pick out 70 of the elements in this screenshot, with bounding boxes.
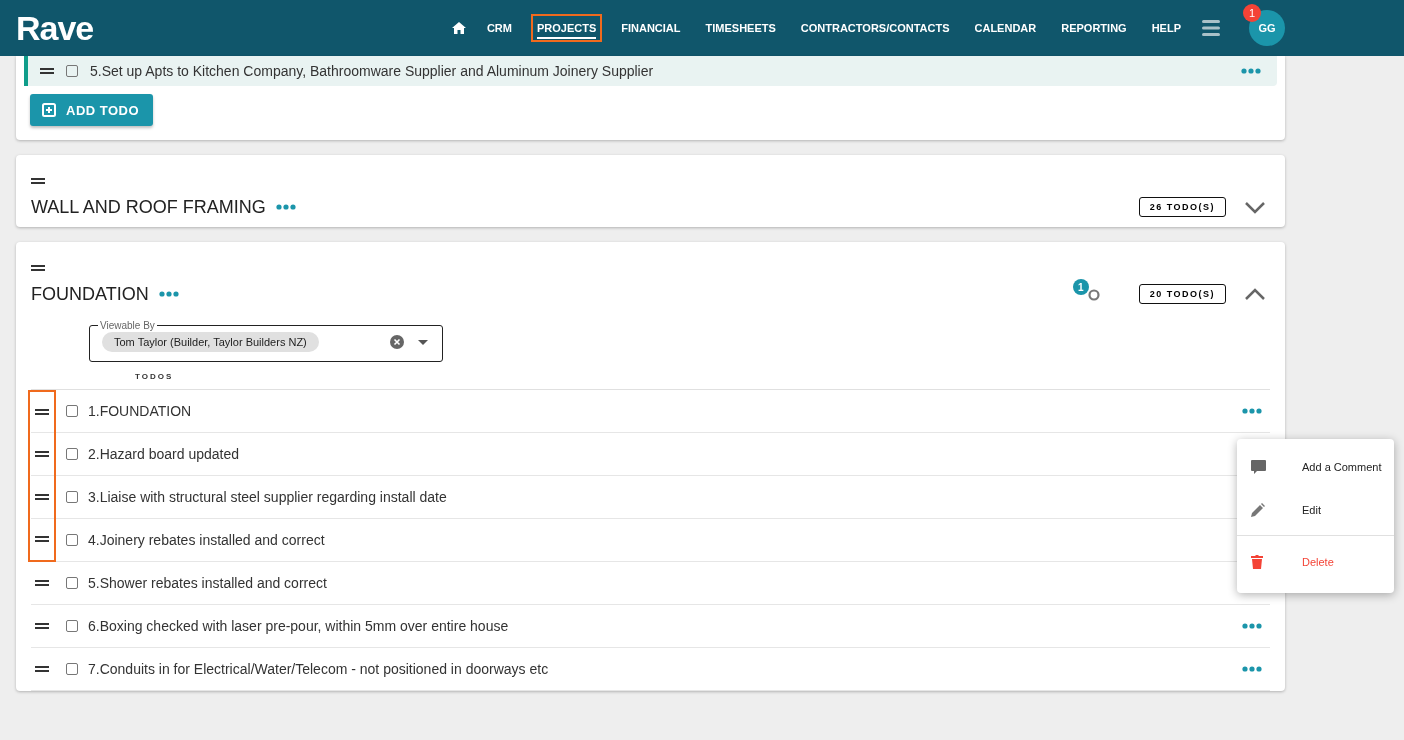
drag-handle-icon[interactable] [35, 536, 49, 542]
more-options-icon[interactable] [1242, 666, 1262, 672]
todo-text: 2.Hazard board updated [88, 446, 239, 462]
nav-link[interactable]: TIMESHEETS [701, 16, 780, 40]
home-icon[interactable] [451, 22, 466, 34]
dropdown-caret-icon[interactable] [418, 339, 428, 345]
chevron-down-icon[interactable] [1244, 200, 1266, 214]
drag-handle-icon[interactable] [35, 494, 49, 500]
drag-handle-icon[interactable] [35, 580, 49, 586]
more-options-icon[interactable] [1241, 68, 1261, 74]
todo-text: 1.FOUNDATION [88, 403, 192, 419]
todo-text: 7.Conduits in for Electrical/Water/Telecom - not positioned in doorways etc [88, 661, 549, 677]
todo-text: 6.Boxing checked with laser pre-pour, within 5mm over entire house [88, 618, 509, 634]
todo-count-badge: 26 TODO(S) [1138, 197, 1226, 217]
checkbox[interactable] [66, 577, 78, 589]
todo-text: 5.Shower rebates installed and correct [88, 575, 327, 591]
menu-item[interactable]: Add a Comment [1237, 445, 1394, 488]
todo-text: 3.Liaise with structural steel supplier regarding install date [88, 489, 447, 505]
checkbox[interactable] [66, 663, 78, 675]
checkbox[interactable] [66, 405, 78, 417]
plus-square-icon [42, 103, 56, 117]
comment-icon [1251, 459, 1266, 474]
todo-row[interactable]: 5.Set up Apts to Kitchen Company, Bathroomware Supplier and Aluminum Joinery Supplier [24, 56, 1277, 86]
drag-handle-icon[interactable] [35, 666, 49, 672]
clear-icon[interactable] [390, 335, 404, 349]
todo-text: 4.Joinery rebates installed and correct [88, 532, 325, 548]
checkbox[interactable] [66, 620, 78, 632]
notification-badge: 1 [1243, 4, 1261, 22]
nav-link[interactable]: FINANCIAL [617, 16, 685, 40]
drag-handle-icon[interactable] [35, 623, 49, 629]
drag-handle-icon[interactable] [35, 451, 49, 457]
add-todo-button[interactable]: ADD TODO [30, 94, 154, 126]
more-options-icon[interactable] [1242, 408, 1262, 414]
drag-handle-icon[interactable] [40, 68, 54, 74]
checkbox[interactable] [66, 534, 78, 546]
nav-link[interactable]: CRM [482, 16, 516, 40]
todo-text: 5.Set up Apts to Kitchen Company, Bathroomware Supplier and Aluminum Joinery Supplier [90, 63, 654, 79]
checkbox[interactable] [66, 491, 78, 503]
watcher-count-badge: 1 [1072, 279, 1089, 295]
drag-handle-cell[interactable] [28, 432, 56, 476]
menu-icon[interactable] [1202, 20, 1220, 36]
nav-link[interactable]: CALENDAR [970, 16, 1041, 40]
field-label: Viewable By [99, 320, 156, 331]
nav-link[interactable]: PROJECTS [532, 16, 601, 40]
viewable-by-select[interactable]: Viewable By Tom Taylor (Builder, Taylor Builders NZ) [89, 320, 443, 362]
drag-handle-icon[interactable] [35, 409, 49, 415]
drag-handle-icon[interactable] [31, 265, 45, 271]
todo-count-badge: 20 TODO(S) [1138, 284, 1226, 304]
pencil-icon [1251, 502, 1265, 517]
nav-link[interactable]: HELP [1147, 16, 1185, 40]
nav-link[interactable]: CONTRACTORS/CONTACTS [796, 16, 954, 40]
drag-handle-cell[interactable] [28, 475, 56, 519]
column-header: TODOS [135, 372, 174, 381]
drag-handle-icon[interactable] [31, 178, 45, 184]
drag-handle-cell[interactable] [28, 389, 56, 433]
trash-icon [1251, 554, 1263, 569]
menu-item[interactable]: Edit [1237, 488, 1394, 531]
checkbox[interactable] [66, 65, 78, 77]
section-title: FOUNDATION [31, 283, 149, 305]
nav-link[interactable]: REPORTING [1057, 16, 1131, 40]
more-options-icon[interactable] [1242, 623, 1262, 629]
person-chip[interactable]: Tom Taylor (Builder, Taylor Builders NZ) [102, 332, 319, 352]
chevron-up-icon[interactable] [1244, 287, 1266, 301]
drag-handle-cell[interactable] [28, 518, 56, 562]
logo[interactable]: Rave [16, 8, 94, 48]
section-title: WALL AND ROOF FRAMING [31, 196, 266, 218]
more-options-icon[interactable] [158, 291, 179, 297]
more-options-icon[interactable] [275, 204, 296, 210]
menu-item[interactable]: Delete [1237, 540, 1394, 583]
checkbox[interactable] [66, 448, 78, 460]
